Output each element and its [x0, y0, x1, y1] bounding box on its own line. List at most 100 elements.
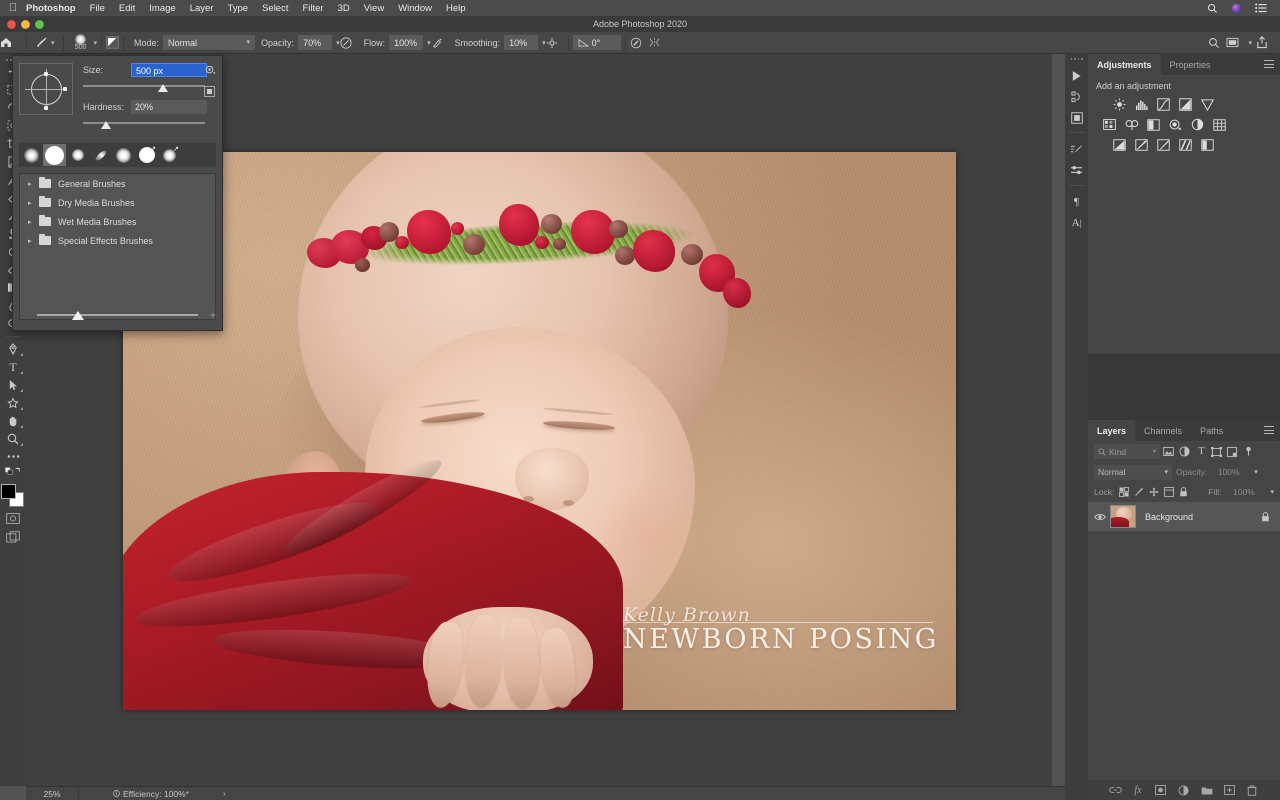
- selective-color-icon[interactable]: [1200, 138, 1215, 151]
- filter-shape-icon[interactable]: [1211, 446, 1224, 457]
- menu-item-edit[interactable]: Edit: [112, 3, 142, 14]
- workspace-switcher-icon[interactable]: [1226, 37, 1244, 48]
- history-icon[interactable]: [1066, 87, 1087, 106]
- gradient-map-icon[interactable]: [1178, 138, 1193, 151]
- brush-panel-size-slider-knob[interactable]: [72, 311, 84, 320]
- brush-preset-flat-angled[interactable]: [89, 144, 112, 166]
- brush-preset-soft-round-pressure[interactable]: [112, 144, 135, 166]
- panel-menu-icon[interactable]: [1264, 426, 1274, 434]
- opacity-input[interactable]: 70%: [298, 35, 333, 50]
- brush-folder-special-effects[interactable]: ▸ Special Effects Brushes: [20, 231, 215, 250]
- tab-channels[interactable]: Channels: [1135, 420, 1191, 441]
- brush-tip-preview[interactable]: [19, 63, 73, 115]
- tool-pen[interactable]: [2, 340, 24, 357]
- brush-hardness-input[interactable]: 20%: [131, 100, 207, 114]
- siri-icon[interactable]: [1225, 3, 1248, 13]
- menu-item-type[interactable]: Type: [220, 3, 255, 14]
- threshold-icon[interactable]: [1156, 138, 1171, 151]
- libraries-icon[interactable]: [1066, 108, 1087, 127]
- brush-folder-dry-media[interactable]: ▸ Dry Media Brushes: [20, 193, 215, 212]
- chevron-down-icon[interactable]: ▾: [94, 39, 98, 47]
- brush-angle-input[interactable]: 0°: [572, 35, 621, 50]
- hue-saturation-icon[interactable]: [1102, 118, 1117, 131]
- brush-tip-handle[interactable]: [44, 72, 48, 76]
- invert-icon[interactable]: [1112, 138, 1127, 151]
- tool-path-selection[interactable]: [2, 376, 24, 393]
- symmetry-icon[interactable]: [648, 37, 666, 48]
- control-center-icon[interactable]: [1248, 3, 1274, 13]
- share-icon[interactable]: [1256, 36, 1274, 49]
- apple-logo-icon[interactable]: : [6, 2, 20, 14]
- new-layer-icon[interactable]: [1224, 785, 1236, 795]
- brush-tip-handle[interactable]: [44, 106, 48, 110]
- tab-layers[interactable]: Layers: [1088, 420, 1136, 441]
- efficiency-status[interactable]: Efficiency: 100%*: [79, 789, 189, 799]
- new-fill-adjustment-icon[interactable]: [1178, 784, 1190, 796]
- levels-icon[interactable]: [1134, 98, 1149, 111]
- zoom-level[interactable]: 25%: [26, 789, 78, 799]
- menu-item-3d[interactable]: 3D: [331, 3, 357, 14]
- menu-item-layer[interactable]: Layer: [183, 3, 221, 14]
- screen-mode-icon[interactable]: [2, 528, 24, 545]
- filter-toggle-icon[interactable]: [1243, 446, 1256, 457]
- tool-preset-picker[interactable]: ▾: [31, 36, 59, 49]
- layer-style-icon[interactable]: fx: [1132, 785, 1144, 796]
- layer-mask-icon[interactable]: [1155, 785, 1167, 795]
- slider-knob[interactable]: [158, 84, 168, 92]
- rail-drag-grip[interactable]: [1070, 58, 1083, 64]
- tool-edit-toolbar[interactable]: [2, 448, 24, 465]
- filter-pixel-icon[interactable]: [1163, 447, 1176, 456]
- menu-item-select[interactable]: Select: [255, 3, 295, 14]
- chevron-right-icon[interactable]: ▸: [28, 180, 39, 188]
- search-icon[interactable]: [1208, 37, 1226, 49]
- chevron-down-icon[interactable]: ▾: [51, 39, 55, 47]
- lock-image-icon[interactable]: [1134, 487, 1144, 497]
- smoothing-input[interactable]: 10%: [504, 35, 539, 50]
- menu-item-file[interactable]: File: [83, 3, 112, 14]
- pressure-size-icon[interactable]: [630, 37, 648, 49]
- brush-folder-general[interactable]: ▸ General Brushes: [20, 174, 215, 193]
- brush-preset-soft-round-small[interactable]: [66, 144, 89, 166]
- curves-icon[interactable]: [1156, 98, 1171, 111]
- brush-panel-size-slider-track[interactable]: [37, 314, 198, 316]
- posterize-icon[interactable]: [1134, 138, 1149, 151]
- menu-item-filter[interactable]: Filter: [295, 3, 330, 14]
- lock-position-icon[interactable]: [1149, 487, 1159, 497]
- chevron-right-icon[interactable]: ▸: [28, 237, 39, 245]
- paragraph-icon[interactable]: ¶: [1066, 193, 1087, 212]
- brush-preset-picker[interactable]: 500: [68, 33, 94, 53]
- photo-filter-icon[interactable]: [1168, 118, 1183, 131]
- tab-adjustments[interactable]: Adjustments: [1088, 54, 1161, 75]
- layer-kind-filter[interactable]: Kind ▾: [1094, 444, 1160, 459]
- black-white-icon[interactable]: [1146, 118, 1161, 131]
- layer-row-background[interactable]: Background: [1088, 502, 1280, 531]
- brush-preset-picker-panel[interactable]: Size: 500 px Hardness: 20% ↗ ↗ ▸ General…: [12, 55, 223, 331]
- chevron-down-icon[interactable]: ▾: [1254, 468, 1258, 476]
- layer-visibility-eye-icon[interactable]: [1094, 513, 1110, 521]
- lock-transparency-icon[interactable]: [1119, 487, 1130, 497]
- brush-settings-gear-icon[interactable]: [205, 65, 216, 76]
- tab-properties[interactable]: Properties: [1161, 54, 1220, 75]
- layer-opacity-value[interactable]: 100%: [1211, 464, 1247, 480]
- tab-paths[interactable]: Paths: [1191, 420, 1232, 441]
- menu-item-image[interactable]: Image: [142, 3, 182, 14]
- actions-icon[interactable]: [1066, 66, 1087, 85]
- home-icon[interactable]: [0, 37, 22, 48]
- quick-mask-icon[interactable]: [2, 510, 24, 527]
- link-layers-icon[interactable]: [1109, 786, 1122, 794]
- tool-shape[interactable]: [2, 394, 24, 411]
- panel-menu-icon[interactable]: [1264, 60, 1274, 68]
- menu-item-view[interactable]: View: [357, 3, 391, 14]
- color-lookup-icon[interactable]: [1212, 118, 1227, 131]
- brush-preset-soft-round-pressure-opacity[interactable]: ↗: [158, 144, 181, 166]
- tool-zoom[interactable]: [2, 430, 24, 447]
- layer-blend-mode-select[interactable]: Normal ▾: [1094, 464, 1172, 480]
- brushes-icon[interactable]: [1066, 161, 1087, 180]
- toggle-brush-settings-icon[interactable]: [106, 36, 120, 49]
- exposure-icon[interactable]: [1178, 98, 1193, 111]
- delete-layer-icon[interactable]: [1247, 785, 1259, 796]
- channel-mixer-icon[interactable]: [1190, 118, 1205, 131]
- status-expander[interactable]: ›: [189, 789, 226, 798]
- layer-name[interactable]: Background: [1136, 512, 1261, 522]
- new-brush-preset-icon[interactable]: [204, 86, 215, 97]
